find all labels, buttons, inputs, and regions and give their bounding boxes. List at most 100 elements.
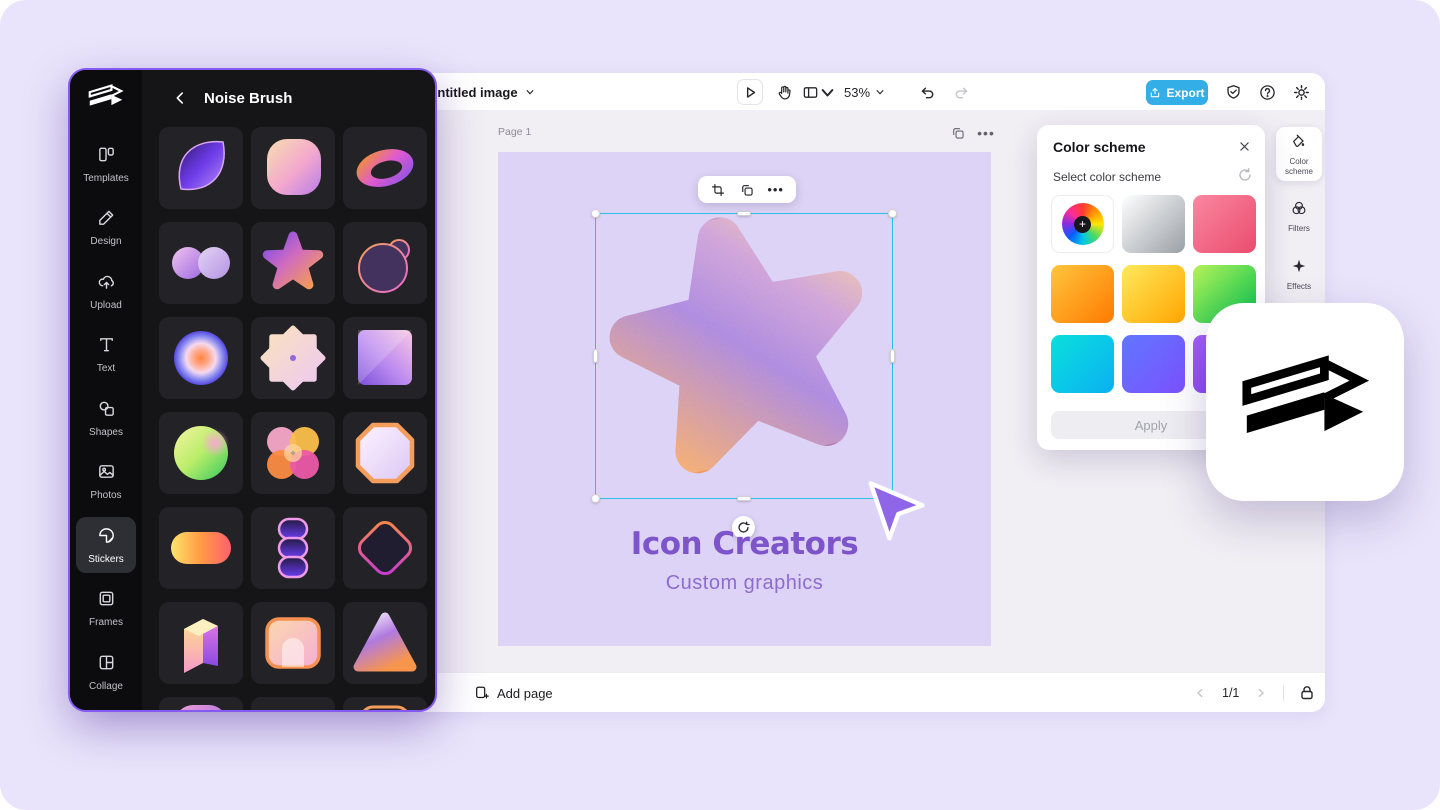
sidebar-item-frames[interactable]: Frames	[76, 581, 136, 637]
sticker-partial-row-c[interactable]	[343, 697, 427, 710]
fill-bucket-icon	[1291, 133, 1307, 154]
sticker-clover[interactable]	[251, 412, 335, 494]
page-navigation: 1/1	[1192, 673, 1316, 713]
frames-icon	[97, 589, 116, 613]
effects-icon	[1291, 258, 1307, 279]
preview-button[interactable]	[737, 79, 763, 105]
rail-item-label: Color scheme	[1284, 157, 1313, 176]
sidebar-item-label: Collage	[89, 680, 123, 692]
sticker-gradient-triangle[interactable]	[343, 602, 427, 684]
main-sidebar: Templates Design Upload Text Shapes Photos Sti…	[70, 70, 142, 710]
rail-item-filters[interactable]: Filters	[1276, 194, 1322, 239]
swatch-yellow-amber[interactable]	[1122, 265, 1185, 323]
divider	[1283, 685, 1285, 701]
resize-handle-sw[interactable]	[591, 494, 600, 503]
sticker-radial-glow-circle[interactable]	[159, 317, 243, 399]
sticker-partial-row-b[interactable]	[251, 697, 335, 710]
add-page-icon	[476, 686, 489, 699]
gear-icon	[1293, 84, 1309, 100]
sticker-gradient-star[interactable]	[251, 222, 335, 304]
sidebar-item-stickers[interactable]: Stickers	[76, 517, 136, 573]
settings-button[interactable]	[1288, 79, 1314, 105]
rail-item-effects[interactable]: Effects	[1276, 252, 1322, 297]
canvas-subheadline-text[interactable]: Custom graphics	[498, 572, 991, 595]
sticker-panel-content: Noise Brush	[142, 70, 435, 710]
stickers-icon	[97, 526, 116, 550]
help-button[interactable]	[1254, 79, 1280, 105]
swatch-orange[interactable]	[1051, 265, 1114, 323]
resize-handle-e[interactable]	[890, 349, 895, 363]
rail-item-label: Filters	[1288, 224, 1310, 234]
sidebar-item-label: Design	[90, 236, 122, 247]
next-page-button[interactable]	[1253, 685, 1269, 701]
zoom-level: 53%	[844, 84, 871, 100]
resize-handle-se[interactable]	[888, 494, 897, 503]
sticker-category-title: Noise Brush	[204, 89, 293, 107]
page-background: Untitled image 53% Export Page 1 ••• •••…	[0, 0, 1440, 810]
sticker-twin-circles[interactable]	[159, 222, 243, 304]
more-options-button[interactable]: •••	[765, 179, 787, 201]
reset-color-button[interactable]	[1237, 167, 1253, 183]
sidebar-item-photos[interactable]: Photos	[76, 454, 136, 510]
chevron-right-icon	[1258, 688, 1265, 698]
zoom-control[interactable]: 53%	[844, 79, 885, 105]
swatch-white-gray[interactable]	[1122, 195, 1185, 253]
duplicate-page-button[interactable]	[948, 123, 968, 143]
sidebar-item-upload[interactable]: Upload	[76, 263, 136, 319]
sticker-gradient-ring[interactable]	[343, 127, 427, 209]
prev-page-button[interactable]	[1192, 685, 1208, 701]
sticker-flower-burst[interactable]	[251, 317, 335, 399]
sticker-sunset-pill[interactable]	[159, 507, 243, 589]
sticker-peach-squircle[interactable]	[251, 127, 335, 209]
redo-button[interactable]	[948, 79, 974, 105]
sticker-lime-circle[interactable]	[159, 412, 243, 494]
capcut-logo-icon	[88, 84, 124, 106]
chevron-left-icon	[1197, 688, 1203, 698]
rail-item-color-scheme[interactable]: Color scheme	[1276, 127, 1322, 182]
canvas-size-button[interactable]	[801, 79, 837, 105]
undo-button[interactable]	[914, 79, 940, 105]
selection-toolbar: •••	[698, 176, 796, 203]
text-icon	[97, 335, 116, 359]
sticker-wavy-stack[interactable]	[251, 507, 335, 589]
sticker-octagon-badge[interactable]	[343, 412, 427, 494]
lock-pages-button[interactable]	[1298, 684, 1316, 702]
resize-handle-w[interactable]	[593, 349, 598, 363]
swatch-blue-violet[interactable]	[1122, 335, 1185, 393]
canvas-page[interactable]: ••• Icon Creators Custom graphics	[498, 152, 991, 646]
close-panel-button[interactable]	[1235, 137, 1253, 155]
chevron-down-icon	[821, 88, 834, 97]
sidebar-item-collage[interactable]: Collage	[76, 644, 136, 700]
sticker-diamond-outline[interactable]	[343, 507, 427, 589]
selection-box[interactable]	[591, 209, 897, 503]
sidebar-item-text[interactable]: Text	[76, 327, 136, 383]
document-title[interactable]: Untitled image	[428, 73, 535, 111]
rail-item-label: Effects	[1286, 281, 1312, 291]
sticker-prism[interactable]	[159, 602, 243, 684]
swatch-color-wheel[interactable]: +	[1051, 195, 1114, 253]
swatch-cyan-blue[interactable]	[1051, 335, 1114, 393]
resize-handle-s[interactable]	[737, 496, 751, 501]
sticker-outlined-blob[interactable]	[343, 222, 427, 304]
export-button[interactable]: Export	[1146, 80, 1208, 105]
add-page-button[interactable]: Add page	[474, 673, 553, 713]
back-button[interactable]	[170, 88, 190, 108]
sticker-fold-square[interactable]	[343, 317, 427, 399]
crop-button[interactable]	[707, 179, 729, 201]
capcut-brand-card	[1206, 303, 1404, 501]
page-more-button[interactable]: •••	[976, 123, 996, 143]
sticker-arch-stamp[interactable]	[251, 602, 335, 684]
duplicate-button[interactable]	[736, 179, 758, 201]
resize-handle-n[interactable]	[737, 211, 751, 216]
sidebar-item-shapes[interactable]: Shapes	[76, 390, 136, 446]
sticker-purple-leaf[interactable]	[159, 127, 243, 209]
swatch-pink-red[interactable]	[1193, 195, 1256, 253]
sidebar-item-design[interactable]: Design	[76, 200, 136, 256]
resize-handle-ne[interactable]	[888, 209, 897, 218]
sidebar-item-templates[interactable]: Templates	[76, 136, 136, 192]
canvas-headline-text[interactable]: Icon Creators	[498, 526, 991, 562]
hand-tool-button[interactable]	[771, 79, 797, 105]
sticker-partial-row-a[interactable]	[159, 697, 243, 710]
resize-handle-nw[interactable]	[591, 209, 600, 218]
safety-button[interactable]	[1220, 79, 1246, 105]
